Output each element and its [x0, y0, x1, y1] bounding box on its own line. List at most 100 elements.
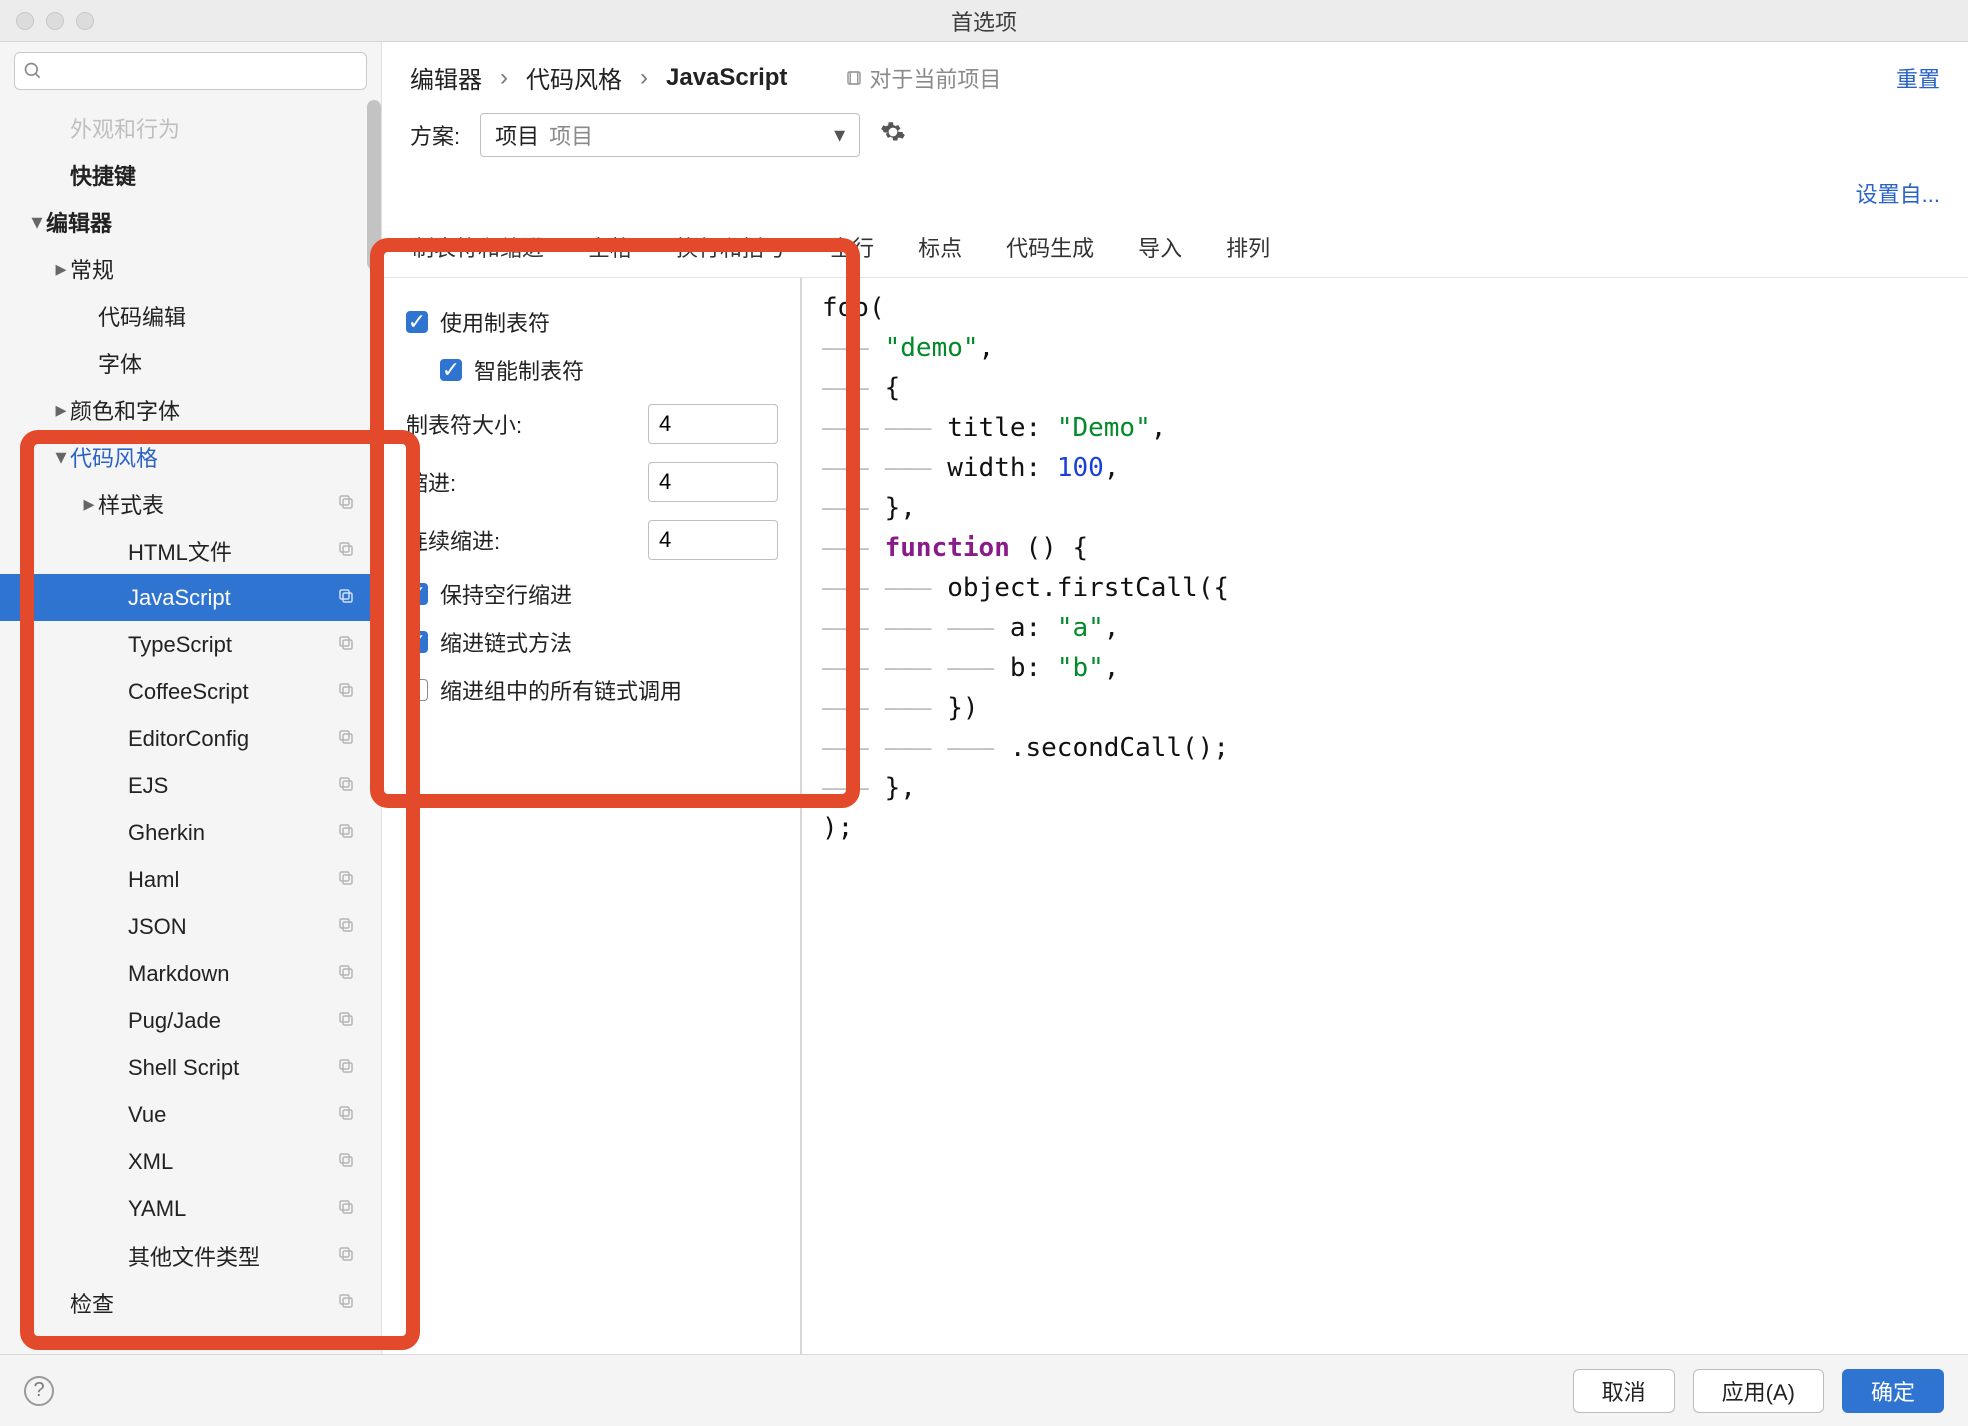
cont-indent-input[interactable] — [648, 520, 778, 560]
tab[interactable]: 空格 — [586, 219, 634, 277]
cancel-button[interactable]: 取消 — [1573, 1369, 1675, 1413]
tree-item[interactable]: TypeScript — [0, 621, 381, 668]
copy-icon — [337, 1196, 355, 1222]
breadcrumb-item[interactable]: 代码风格 — [526, 60, 622, 95]
project-icon — [845, 69, 863, 87]
use-tabs-row[interactable]: ✓ 使用制表符 — [406, 306, 778, 338]
tree-item-label: JavaScript — [128, 585, 231, 611]
tree-item-label: 颜色和字体 — [70, 394, 180, 426]
code-line: ——— ——— title: "Demo", — [822, 408, 1948, 448]
tree-item[interactable]: Haml — [0, 856, 381, 903]
chain-group-row[interactable]: 缩进组中的所有链式调用 — [406, 674, 778, 706]
tree-item[interactable]: 其他文件类型 — [0, 1232, 381, 1279]
tree-item[interactable]: ▾代码风格 — [0, 433, 381, 480]
code-line: ——— ——— width: 100, — [822, 448, 1948, 488]
chevron-down-icon: ▾ — [52, 444, 70, 470]
smart-tabs-label: 智能制表符 — [474, 354, 584, 386]
keep-blank-checkbox[interactable]: ✓ — [406, 583, 428, 605]
tree-item-label: YAML — [128, 1196, 186, 1222]
tree-item[interactable]: CoffeeScript — [0, 668, 381, 715]
tree-item-label: Haml — [128, 867, 179, 893]
copy-icon — [337, 1008, 355, 1034]
tree-item[interactable]: XML — [0, 1138, 381, 1185]
search-field[interactable] — [14, 52, 367, 90]
tree-item[interactable]: Shell Script — [0, 1044, 381, 1091]
tab[interactable]: 空行 — [828, 219, 876, 277]
code-line: ——— { — [822, 368, 1948, 408]
keep-blank-row[interactable]: ✓ 保持空行缩进 — [406, 578, 778, 610]
tree-item[interactable]: ▾编辑器 — [0, 198, 381, 245]
tree-item[interactable]: 快捷键 — [0, 151, 381, 198]
breadcrumb-separator-icon: › — [500, 64, 508, 92]
tree-item[interactable]: 外观和行为 — [0, 104, 381, 151]
tree-item[interactable]: ▸样式表 — [0, 480, 381, 527]
code-line: ——— }, — [822, 768, 1948, 808]
tree-item-label: JSON — [128, 914, 187, 940]
tree-item[interactable]: ▸颜色和字体 — [0, 386, 381, 433]
smart-tabs-row[interactable]: ✓ 智能制表符 — [440, 354, 778, 386]
breadcrumb-item[interactable]: 编辑器 — [410, 60, 482, 95]
chain-group-checkbox[interactable] — [406, 679, 428, 701]
chain-indent-row[interactable]: ✓ 缩进链式方法 — [406, 626, 778, 658]
scheme-select[interactable]: 项目 项目 ▾ — [480, 113, 860, 157]
search-input[interactable] — [43, 60, 358, 83]
tree-item-label: 检查 — [70, 1287, 114, 1319]
main-panel: 编辑器›代码风格›JavaScript 对于当前项目 重置 方案: 项目 项目 … — [382, 42, 1968, 1354]
tree-item[interactable]: 字体 — [0, 339, 381, 386]
copy-icon — [337, 538, 355, 564]
set-from-link[interactable]: 设置自... — [1856, 177, 1940, 209]
tree-item[interactable]: JavaScript — [0, 574, 381, 621]
gear-icon[interactable] — [880, 119, 906, 151]
chevron-down-icon: ▾ — [28, 209, 46, 235]
tabs: 制表符和缩进空格换行和括号空行标点代码生成导入排列 — [382, 219, 1968, 278]
tree-item[interactable]: ▸常规 — [0, 245, 381, 292]
use-tabs-label: 使用制表符 — [440, 306, 550, 338]
tree-item[interactable]: 代码编辑 — [0, 292, 381, 339]
tree-item[interactable]: Pug/Jade — [0, 997, 381, 1044]
tab[interactable]: 制表符和缩进 — [410, 219, 546, 277]
tab[interactable]: 导入 — [1136, 219, 1184, 277]
tree-item-label: CoffeeScript — [128, 679, 249, 705]
tree-item-label: 常规 — [70, 253, 114, 285]
tree-item[interactable]: EJS — [0, 762, 381, 809]
tab[interactable]: 换行和括号 — [674, 219, 788, 277]
tab[interactable]: 标点 — [916, 219, 964, 277]
apply-button[interactable]: 应用(A) — [1693, 1369, 1824, 1413]
tree-item[interactable]: EditorConfig — [0, 715, 381, 762]
code-line: foo( — [822, 288, 1948, 328]
settings-tree[interactable]: 外观和行为快捷键▾编辑器▸常规代码编辑字体▸颜色和字体▾代码风格▸样式表HTML… — [0, 100, 381, 1354]
zoom-dot[interactable] — [76, 12, 94, 30]
minimize-dot[interactable] — [46, 12, 64, 30]
chevron-right-icon: ▸ — [80, 491, 98, 517]
code-line: ——— "demo", — [822, 328, 1948, 368]
tab[interactable]: 代码生成 — [1004, 219, 1096, 277]
indent-input[interactable] — [648, 462, 778, 502]
tree-item[interactable]: HTML文件 — [0, 527, 381, 574]
use-tabs-checkbox[interactable]: ✓ — [406, 311, 428, 333]
copy-icon — [337, 1290, 355, 1316]
tree-item[interactable]: 检查 — [0, 1279, 381, 1326]
copy-icon — [337, 820, 355, 846]
ok-button[interactable]: 确定 — [1842, 1369, 1944, 1413]
tree-item[interactable]: JSON — [0, 903, 381, 950]
copy-icon — [337, 491, 355, 517]
smart-tabs-checkbox[interactable]: ✓ — [440, 359, 462, 381]
help-icon[interactable]: ? — [24, 1376, 54, 1406]
project-badge-label: 对于当前项目 — [869, 62, 1001, 94]
code-preview: foo(——— "demo",——— {——— ——— title: "Demo… — [802, 278, 1968, 1354]
copy-icon — [337, 679, 355, 705]
tree-item-label: 字体 — [98, 347, 142, 379]
close-dot[interactable] — [16, 12, 34, 30]
tab-size-input[interactable] — [648, 404, 778, 444]
reset-link[interactable]: 重置 — [1896, 62, 1940, 94]
window-title: 首选项 — [951, 5, 1017, 37]
tree-item[interactable]: Markdown — [0, 950, 381, 997]
code-line: ——— ——— object.firstCall({ — [822, 568, 1948, 608]
tree-item[interactable]: Vue — [0, 1091, 381, 1138]
chain-indent-checkbox[interactable]: ✓ — [406, 631, 428, 653]
tree-item-label: 代码编辑 — [98, 300, 186, 332]
tab[interactable]: 排列 — [1224, 219, 1272, 277]
tree-item[interactable]: YAML — [0, 1185, 381, 1232]
tree-item[interactable]: Gherkin — [0, 809, 381, 856]
tree-item-label: 样式表 — [98, 488, 164, 520]
